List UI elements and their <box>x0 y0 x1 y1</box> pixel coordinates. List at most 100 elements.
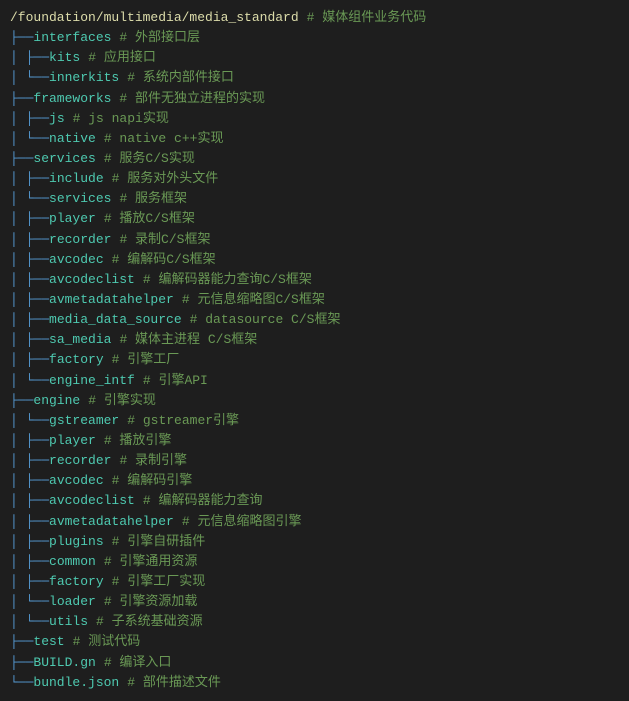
tree-comment: # native c++实现 <box>104 129 224 149</box>
tree-row: │ ├── factory # 引擎工厂实现 <box>10 572 619 592</box>
tree-comment: # 部件描述文件 <box>127 673 221 693</box>
tree-prefix: │ ├── <box>10 451 49 471</box>
tree-row: │ ├── avcodeclist # 编解码器能力查询C/S框架 <box>10 270 619 290</box>
tree-row: │ └── utils # 子系统基础资源 <box>10 612 619 632</box>
file-tree: /foundation/multimedia/media_standard # … <box>10 8 619 693</box>
tree-row: │ ├── avmetadatahelper # 元信息缩略图引擎 <box>10 512 619 532</box>
tree-row: │ ├── media_data_source # datasource C/S… <box>10 310 619 330</box>
tree-comment: # 编解码C/S框架 <box>112 250 216 270</box>
tree-node-name: factory <box>49 572 104 592</box>
tree-comment: # 引擎API <box>143 371 208 391</box>
tree-comment: # 元信息缩略图C/S框架 <box>182 290 325 310</box>
tree-comment: # 应用接口 <box>88 48 156 68</box>
tree-row: │ ├── factory # 引擎工厂 <box>10 350 619 370</box>
tree-row: │ └── engine_intf # 引擎API <box>10 371 619 391</box>
tree-comment: # 服务框架 <box>119 189 187 209</box>
tree-node-name: frameworks <box>33 89 111 109</box>
tree-prefix: │ └── <box>10 592 49 612</box>
tree-row: │ ├── common # 引擎通用资源 <box>10 552 619 572</box>
tree-row: │ ├── recorder # 录制引擎 <box>10 451 619 471</box>
tree-node-name: avcodec <box>49 250 104 270</box>
tree-prefix: │ ├── <box>10 209 49 229</box>
tree-prefix: │ ├── <box>10 431 49 451</box>
tree-node-name: js <box>49 109 65 129</box>
tree-prefix: │ └── <box>10 68 49 88</box>
tree-comment: # 服务C/S实现 <box>104 149 195 169</box>
tree-node-name: native <box>49 129 96 149</box>
tree-prefix: │ ├── <box>10 169 49 189</box>
tree-prefix: │ ├── <box>10 310 49 330</box>
tree-node-name: avcodec <box>49 471 104 491</box>
tree-comment: # 媒体组件业务代码 <box>307 8 427 28</box>
tree-prefix: │ ├── <box>10 250 49 270</box>
tree-comment: # 引擎工厂 <box>112 350 180 370</box>
tree-node-name: services <box>33 149 95 169</box>
tree-node-name: sa_media <box>49 330 111 350</box>
tree-comment: # 录制引擎 <box>119 451 187 471</box>
tree-prefix: ├── <box>10 653 33 673</box>
tree-comment: # gstreamer引擎 <box>127 411 239 431</box>
tree-node-name: loader <box>49 592 96 612</box>
tree-prefix: │ ├── <box>10 330 49 350</box>
tree-row: │ └── gstreamer # gstreamer引擎 <box>10 411 619 431</box>
tree-prefix: │ └── <box>10 612 49 632</box>
tree-prefix: ├── <box>10 391 33 411</box>
tree-prefix: │ └── <box>10 371 49 391</box>
tree-comment: # 播放C/S框架 <box>104 209 195 229</box>
tree-prefix: └── <box>10 673 33 693</box>
tree-node-name: common <box>49 552 96 572</box>
tree-prefix: │ ├── <box>10 48 49 68</box>
tree-comment: # 引擎工厂实现 <box>112 572 206 592</box>
tree-row: │ ├── sa_media # 媒体主进程 C/S框架 <box>10 330 619 350</box>
tree-row: │ └── loader # 引擎资源加载 <box>10 592 619 612</box>
tree-comment: # 系统内部件接口 <box>127 68 234 88</box>
tree-node-name: include <box>49 169 104 189</box>
tree-node-name: player <box>49 431 96 451</box>
tree-node-name: BUILD.gn <box>33 653 95 673</box>
tree-comment: # 外部接口层 <box>119 28 200 48</box>
tree-prefix: │ └── <box>10 129 49 149</box>
tree-row: ├── services # 服务C/S实现 <box>10 149 619 169</box>
tree-prefix: │ ├── <box>10 290 49 310</box>
tree-node-name: interfaces <box>33 28 111 48</box>
tree-row: ├── BUILD.gn # 编译入口 <box>10 653 619 673</box>
tree-row: │ ├── recorder # 录制C/S框架 <box>10 230 619 250</box>
tree-prefix: │ ├── <box>10 471 49 491</box>
tree-node-name: bundle.json <box>33 673 119 693</box>
tree-node-name: player <box>49 209 96 229</box>
tree-comment: # 媒体主进程 C/S框架 <box>119 330 257 350</box>
tree-comment: # 录制C/S框架 <box>119 230 210 250</box>
tree-row: ├── test # 测试代码 <box>10 632 619 652</box>
tree-node-name: engine_intf <box>49 371 135 391</box>
tree-prefix: │ ├── <box>10 230 49 250</box>
tree-row: │ ├── avmetadatahelper # 元信息缩略图C/S框架 <box>10 290 619 310</box>
tree-comment: # datasource C/S框架 <box>190 310 341 330</box>
tree-comment: # 服务对外头文件 <box>112 169 219 189</box>
tree-row: │ ├── avcodeclist # 编解码器能力查询 <box>10 491 619 511</box>
tree-comment: # 编解码器能力查询 <box>143 491 263 511</box>
tree-prefix: ├── <box>10 149 33 169</box>
tree-comment: # 编解码引擎 <box>112 471 193 491</box>
tree-row: │ ├── player # 播放C/S框架 <box>10 209 619 229</box>
tree-row: │ └── native # native c++实现 <box>10 129 619 149</box>
tree-prefix: ├── <box>10 28 33 48</box>
tree-row: │ ├── js # js napi实现 <box>10 109 619 129</box>
tree-comment: # js napi实现 <box>73 109 169 129</box>
tree-prefix: │ ├── <box>10 552 49 572</box>
tree-node-name: recorder <box>49 451 111 471</box>
tree-comment: # 播放引擎 <box>104 431 172 451</box>
tree-node-name: engine <box>33 391 80 411</box>
tree-comment: # 测试代码 <box>73 632 141 652</box>
tree-prefix: │ ├── <box>10 109 49 129</box>
tree-node-name: utils <box>49 612 88 632</box>
tree-prefix: │ ├── <box>10 491 49 511</box>
tree-row: │ ├── plugins # 引擎自研插件 <box>10 532 619 552</box>
tree-node-name: /foundation/multimedia/media_standard <box>10 8 299 28</box>
tree-prefix: │ ├── <box>10 350 49 370</box>
tree-node-name: factory <box>49 350 104 370</box>
tree-prefix: │ ├── <box>10 270 49 290</box>
tree-node-name: kits <box>49 48 80 68</box>
tree-comment: # 编译入口 <box>104 653 172 673</box>
tree-comment: # 引擎实现 <box>88 391 156 411</box>
tree-row: ├── frameworks # 部件无独立进程的实现 <box>10 89 619 109</box>
